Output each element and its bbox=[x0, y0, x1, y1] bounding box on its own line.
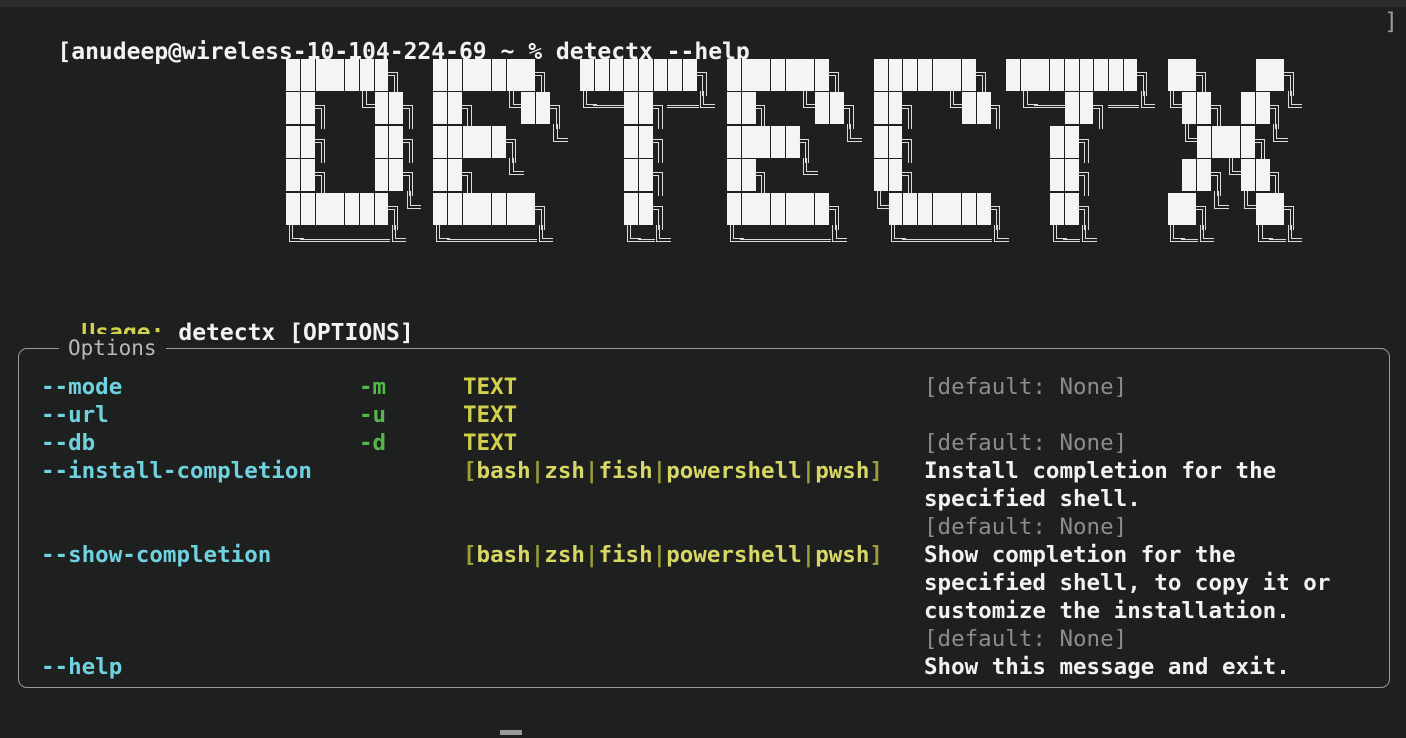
shell-prompt-line: [anudeep@wireless-10-104-224-69 ~ % dete… bbox=[0, 7, 1406, 65]
choice-separator: | bbox=[801, 542, 816, 568]
option-long-name: --db bbox=[41, 430, 96, 456]
choice-separator: | bbox=[530, 458, 545, 484]
option-help-text: Install completion for the bbox=[924, 458, 1277, 484]
choice-separator: | bbox=[652, 458, 667, 484]
choice-separator: | bbox=[801, 458, 816, 484]
option-short-name: -d bbox=[359, 430, 387, 456]
choice-separator: | bbox=[530, 542, 545, 568]
option-help-text: customize the installation. bbox=[924, 598, 1290, 624]
logo-row bbox=[286, 157, 1299, 196]
choice-close-bracket: ] bbox=[869, 458, 883, 484]
option-help-line: customize the installation. bbox=[19, 597, 1389, 625]
option-default-text: [default: None] bbox=[924, 626, 1128, 652]
logo-row bbox=[286, 224, 1302, 260]
option-short-name: -u bbox=[359, 402, 387, 428]
logo-row bbox=[286, 124, 1299, 163]
choice-value: zsh bbox=[544, 542, 585, 568]
option-help-text: specified shell, to copy it or bbox=[924, 570, 1331, 596]
logo-row bbox=[286, 58, 1299, 96]
option-long-name: --url bbox=[41, 402, 109, 428]
choice-value: pwsh bbox=[815, 458, 870, 484]
title-bar-strip bbox=[0, 0, 1406, 7]
choice-open-bracket: [ bbox=[463, 458, 477, 484]
option-row: --db -d TEXT [default: None] bbox=[19, 429, 1389, 457]
choice-value: pwsh bbox=[815, 542, 870, 568]
prompt-trailing-glyph: ] bbox=[1384, 9, 1398, 35]
choice-value: fish bbox=[598, 542, 653, 568]
option-default-line: [default: None] bbox=[19, 625, 1389, 653]
option-help-text: Show this message and exit. bbox=[924, 654, 1290, 680]
option-row: --mode -m TEXT [default: None] bbox=[19, 373, 1389, 401]
choice-value: powershell bbox=[666, 458, 802, 484]
choice-separator: | bbox=[584, 542, 599, 568]
choice-close-bracket: ] bbox=[869, 542, 883, 568]
option-default-line: [default: None] bbox=[19, 513, 1389, 541]
option-long-name: --mode bbox=[41, 374, 123, 400]
choice-value: zsh bbox=[544, 458, 585, 484]
option-row: --url -u TEXT bbox=[19, 401, 1389, 429]
option-metavar: TEXT bbox=[463, 402, 518, 428]
option-long-name: --show-completion bbox=[41, 542, 272, 568]
option-help-line: specified shell, to copy it or bbox=[19, 569, 1389, 597]
option-choices: [bash|zsh|fish|powershell|pwsh] bbox=[463, 457, 883, 485]
logo-row bbox=[286, 191, 1299, 230]
text-cursor bbox=[500, 730, 522, 735]
option-long-name: --install-completion bbox=[41, 458, 312, 484]
option-row: --show-completion [bash|zsh|fish|powershe… bbox=[19, 541, 1389, 569]
terminal-window[interactable]: [anudeep@wireless-10-104-224-69 ~ % dete… bbox=[0, 0, 1406, 738]
detectx-ascii-logo bbox=[286, 58, 1302, 260]
option-row: --help Show this message and exit. bbox=[19, 653, 1389, 681]
choice-value: fish bbox=[598, 458, 653, 484]
option-long-name: --help bbox=[41, 654, 123, 680]
option-metavar: TEXT bbox=[463, 374, 518, 400]
option-help-line: specified shell. bbox=[19, 485, 1389, 513]
options-panel: Options --mode -m TEXT [default: None] --url… bbox=[18, 334, 1390, 688]
option-default-text: [default: None] bbox=[924, 514, 1128, 540]
usage-command: detectx [OPTIONS] bbox=[178, 320, 414, 346]
option-default-text: [default: None] bbox=[924, 374, 1128, 400]
option-choices: [bash|zsh|fish|powershell|pwsh] bbox=[463, 541, 883, 569]
option-default-text: [default: None] bbox=[924, 430, 1128, 456]
choice-separator: | bbox=[652, 542, 667, 568]
choice-open-bracket: [ bbox=[463, 542, 477, 568]
choice-value: powershell bbox=[666, 542, 802, 568]
option-short-name: -m bbox=[359, 374, 387, 400]
choice-separator: | bbox=[584, 458, 599, 484]
option-help-text: Show completion for the bbox=[924, 542, 1236, 568]
option-help-text: specified shell. bbox=[924, 486, 1141, 512]
choice-value: bash bbox=[476, 542, 531, 568]
choice-value: bash bbox=[476, 458, 531, 484]
option-metavar: TEXT bbox=[463, 430, 518, 456]
option-row: --install-completion [bash|zsh|fish|power… bbox=[19, 457, 1389, 485]
options-rows-container: --mode -m TEXT [default: None] --url -u TEXT --… bbox=[19, 349, 1389, 687]
logo-row bbox=[286, 90, 1302, 129]
